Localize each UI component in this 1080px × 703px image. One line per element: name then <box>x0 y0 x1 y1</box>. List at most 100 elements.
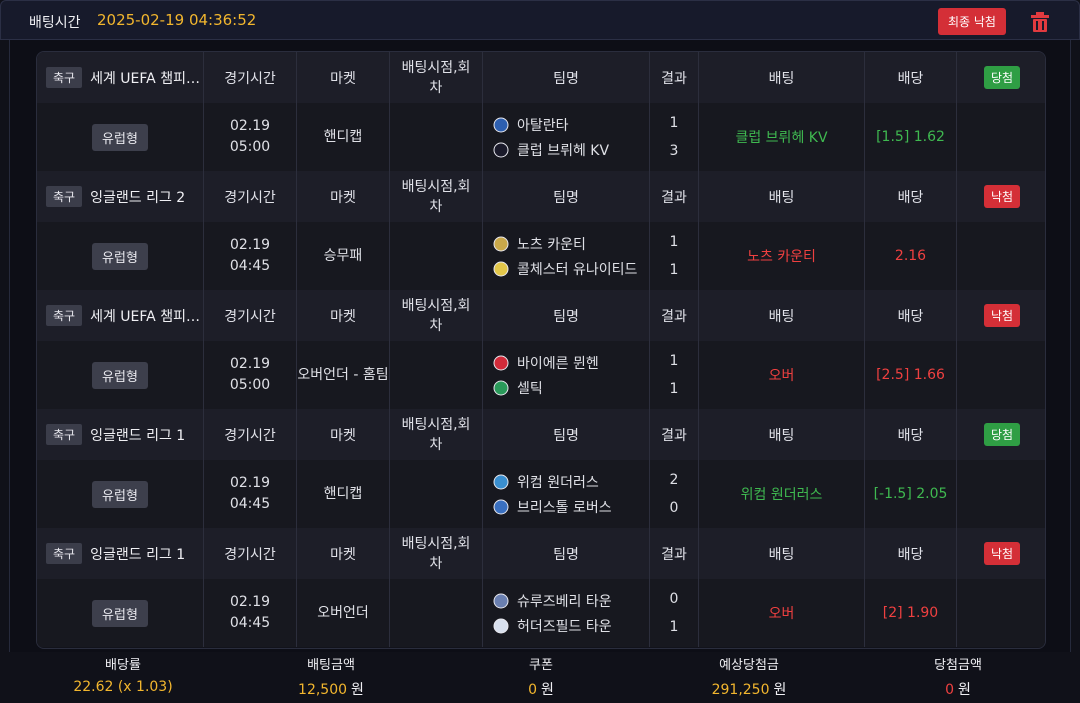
league-name: 잉글랜드 리그 2 <box>90 189 186 206</box>
summary-odds-label: 배당률 <box>105 658 141 673</box>
bet-odds: [1.5] 1.62 <box>865 103 957 171</box>
atalanta-logo-icon <box>493 117 509 132</box>
summary-bet-amount-label: 배팅금액 <box>307 658 355 673</box>
bet-timestamp: 2025-02-19 04:36:52 <box>97 11 257 29</box>
market-value: 오버언더 - 홈팀 <box>297 341 390 409</box>
col-bet: 배팅 <box>699 290 865 341</box>
status-badge: 당첨 <box>983 423 1021 446</box>
summary-expected-value: 291,250 <box>711 682 770 698</box>
score-cell: 0 1 <box>650 579 699 647</box>
bet-type-button[interactable]: 유럽형 <box>92 361 148 389</box>
bet-header-row: 축구 잉글랜드 리그 1 경기시간 마켓 배팅시점,회차 팀명 결과 배팅 배당… <box>37 409 1045 460</box>
score-home: 2 <box>669 472 679 488</box>
match-date: 02.19 <box>229 237 271 253</box>
bet-time-label: 배팅시간 <box>29 15 81 31</box>
status-cell: 낙첨 <box>957 528 1045 579</box>
league-name: 잉글랜드 리그 1 <box>90 427 186 444</box>
bet-group: 축구 세계 UEFA 챔피언스리그 경기시간 마켓 배팅시점,회차 팀명 결과 … <box>37 290 1045 409</box>
match-time-cell: 02.19 04:45 <box>204 460 297 528</box>
empty-cell <box>957 460 1045 528</box>
team-home: 위컴 원더러스 <box>493 469 599 494</box>
match-time: 04:45 <box>229 615 271 631</box>
col-time: 경기시간 <box>204 290 297 341</box>
bet-type-button[interactable]: 유럽형 <box>92 480 148 508</box>
bet-point-value <box>390 460 483 528</box>
bet-header-row: 축구 잉글랜드 리그 1 경기시간 마켓 배팅시점,회차 팀명 결과 배팅 배당… <box>37 528 1045 579</box>
score-home: 1 <box>669 234 679 250</box>
bet-point-value <box>390 103 483 171</box>
bet-group: 축구 잉글랜드 리그 1 경기시간 마켓 배팅시점,회차 팀명 결과 배팅 배당… <box>37 409 1045 528</box>
col-result: 결과 <box>650 528 699 579</box>
match-time: 04:45 <box>229 258 271 274</box>
col-odds: 배당 <box>865 290 957 341</box>
col-time: 경기시간 <box>204 409 297 460</box>
bet-point-value <box>390 579 483 647</box>
bet-odds: [2.5] 1.66 <box>865 341 957 409</box>
col-bet: 배팅 <box>699 409 865 460</box>
sport-tag: 축구 <box>46 305 83 326</box>
col-bet: 배팅 <box>699 528 865 579</box>
league-cell: 축구 잉글랜드 리그 1 <box>37 409 204 460</box>
col-bet-point: 배팅시점,회차 <box>390 52 483 103</box>
score-cell: 1 1 <box>650 341 699 409</box>
league-cell: 축구 세계 UEFA 챔피언스리그 <box>37 290 204 341</box>
summary-coupon: 쿠폰 0원 <box>441 654 641 699</box>
team-away: 셀틱 <box>493 375 543 400</box>
col-time: 경기시간 <box>204 52 297 103</box>
bet-type-button[interactable]: 유럽형 <box>92 242 148 270</box>
celtic-logo-icon <box>493 380 509 395</box>
score-away: 1 <box>669 262 679 278</box>
score-away: 3 <box>669 143 679 159</box>
team-home-name: 노츠 카운티 <box>517 236 586 253</box>
match-time-cell: 02.19 04:45 <box>204 222 297 290</box>
col-odds: 배당 <box>865 52 957 103</box>
team-away-name: 셀틱 <box>517 380 543 397</box>
empty-cell <box>957 222 1045 290</box>
team-away: 브리스톨 로버스 <box>493 494 612 519</box>
bet-odds: 2.16 <box>865 222 957 290</box>
score-cell: 2 0 <box>650 460 699 528</box>
team-away-name: 콜체스터 유나이티드 <box>517 261 638 278</box>
bet-header-row: 축구 세계 UEFA 챔피언스리그 경기시간 마켓 배팅시점,회차 팀명 결과 … <box>37 290 1045 341</box>
bet-body-row: 유럽형 02.19 04:45 승무패 노츠 카운티 콜체스터 유나이티드 1 … <box>37 222 1045 290</box>
match-date: 02.19 <box>229 118 271 134</box>
final-result-button[interactable]: 최종 낙첨 <box>938 8 1006 35</box>
summary-coupon-label: 쿠폰 <box>529 658 553 673</box>
score-away: 1 <box>669 619 679 635</box>
col-result: 결과 <box>650 290 699 341</box>
team-home: 슈루즈베리 타운 <box>493 588 612 613</box>
bet-pick: 오버 <box>699 341 865 409</box>
col-result: 결과 <box>650 52 699 103</box>
status-cell: 낙첨 <box>957 290 1045 341</box>
type-cell: 유럽형 <box>37 579 204 647</box>
col-bet: 배팅 <box>699 52 865 103</box>
bet-group: 축구 잉글랜드 리그 1 경기시간 마켓 배팅시점,회차 팀명 결과 배팅 배당… <box>37 528 1045 647</box>
league-name: 세계 UEFA 챔피언스리그 <box>90 308 200 325</box>
league-cell: 축구 잉글랜드 리그 2 <box>37 171 204 222</box>
bet-pick: 클럽 브뤼헤 KV <box>699 103 865 171</box>
team-away-name: 허더즈필드 타운 <box>517 618 612 635</box>
col-market: 마켓 <box>297 528 390 579</box>
trash-icon[interactable] <box>1030 11 1050 33</box>
bet-type-button[interactable]: 유럽형 <box>92 599 148 627</box>
colchester-logo-icon <box>493 261 509 276</box>
col-team: 팀명 <box>483 52 650 103</box>
bet-pick: 위컴 원더러스 <box>699 460 865 528</box>
team-away: 클럽 브뤼헤 KV <box>493 137 609 162</box>
bet-pick: 노츠 카운티 <box>699 222 865 290</box>
col-team: 팀명 <box>483 290 650 341</box>
match-date: 02.19 <box>229 475 271 491</box>
bet-type-button[interactable]: 유럽형 <box>92 123 148 151</box>
unit-label: 원 <box>773 682 787 698</box>
market-value: 핸디캡 <box>297 460 390 528</box>
sport-tag: 축구 <box>46 543 83 564</box>
bet-body-row: 유럽형 02.19 05:00 오버언더 - 홈팀 바이에른 뮌헨 셀틱 1 1… <box>37 341 1045 409</box>
match-date: 02.19 <box>229 594 271 610</box>
huddersfield-logo-icon <box>493 618 509 633</box>
score-home: 0 <box>669 591 679 607</box>
league-cell: 축구 잉글랜드 리그 1 <box>37 528 204 579</box>
col-result: 결과 <box>650 171 699 222</box>
score-away: 0 <box>669 500 679 516</box>
status-badge: 당첨 <box>983 66 1021 89</box>
col-market: 마켓 <box>297 409 390 460</box>
